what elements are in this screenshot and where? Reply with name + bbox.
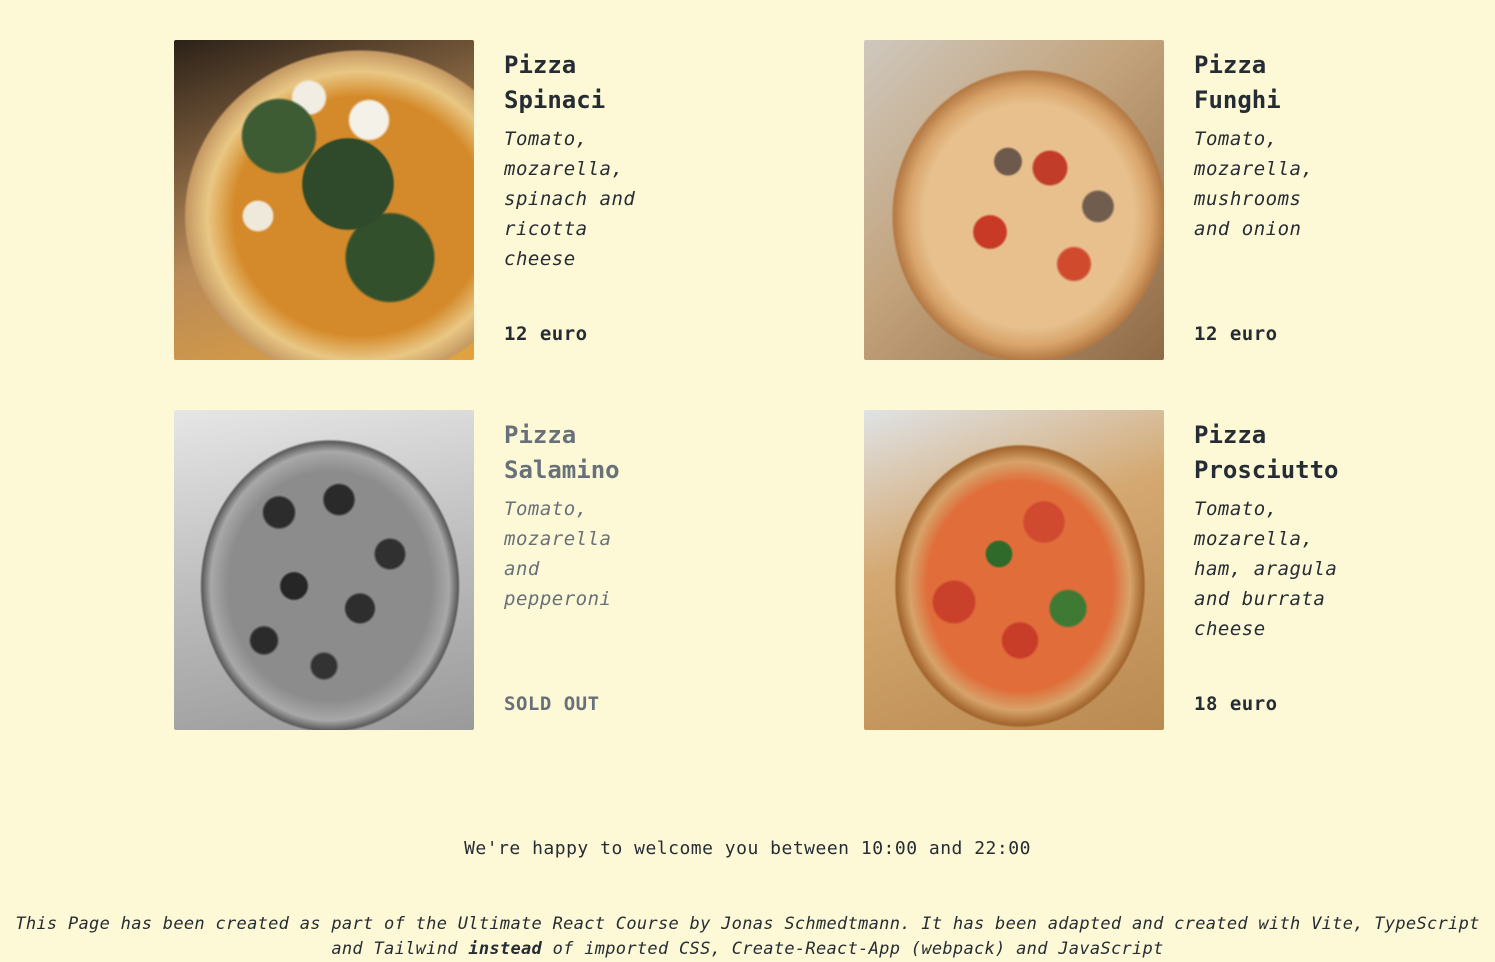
pizza-card-salamino: Pizza Salamino Tomato, mozarella and pep… xyxy=(174,410,774,730)
pizza-spinaci-photo xyxy=(174,40,474,360)
pizza-info: Pizza Prosciutto Tomato, mozarella, ham,… xyxy=(1194,410,1424,730)
pizza-price: 12 euro xyxy=(504,323,588,345)
opening-hours-text: We're happy to welcome you between 10:00… xyxy=(464,838,1031,859)
pizza-card-funghi: Pizza Funghi Tomato, mozarella, mushroom… xyxy=(864,40,1464,360)
pizza-info: Pizza Salamino Tomato, mozarella and pep… xyxy=(504,410,734,730)
pizza-info: Pizza Spinaci Tomato, mozarella, spinach… xyxy=(504,40,734,360)
pizza-ingredients: Tomato, mozarella, spinach and ricotta c… xyxy=(504,128,636,270)
pizza-prosciutto-photo xyxy=(864,410,1164,730)
pizza-price: 12 euro xyxy=(1194,323,1278,345)
pizza-ingredients: Tomato, mozarella and pepperoni xyxy=(504,498,612,610)
pizza-card-prosciutto: Pizza Prosciutto Tomato, mozarella, ham,… xyxy=(864,410,1464,730)
pizza-funghi-photo xyxy=(864,40,1164,360)
pizza-name: Pizza Salamino xyxy=(504,421,620,484)
pizza-name: Pizza Funghi xyxy=(1194,51,1281,114)
pizza-menu-grid: Pizza Spinaci Tomato, mozarella, spinach… xyxy=(174,40,1374,730)
pizza-card-spinaci: Pizza Spinaci Tomato, mozarella, spinach… xyxy=(174,40,774,360)
pizza-info: Pizza Funghi Tomato, mozarella, mushroom… xyxy=(1194,40,1424,360)
credits-emphasis: instead xyxy=(468,939,543,959)
pizza-ingredients: Tomato, mozarella, ham, aragula and burr… xyxy=(1194,498,1338,640)
credits-text-end: of imported CSS, Create-React-App (webpa… xyxy=(542,939,1164,959)
pizza-name: Pizza Spinaci xyxy=(504,51,606,114)
pizza-price: 18 euro xyxy=(1194,693,1278,715)
credits-text: This Page has been created as part of th… xyxy=(0,912,1495,962)
pizza-salamino-photo xyxy=(174,410,474,730)
sold-out-label: SOLD OUT xyxy=(504,693,600,715)
pizza-ingredients: Tomato, mozarella, mushrooms and onion xyxy=(1194,128,1314,240)
pizza-name: Pizza Prosciutto xyxy=(1194,421,1339,484)
